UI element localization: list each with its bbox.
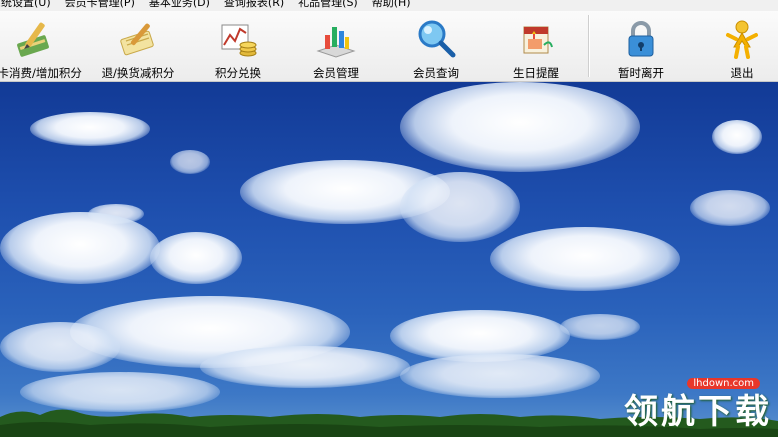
menu-member-card[interactable]: 会员卡管理(P): [58, 0, 142, 10]
cloud: [690, 190, 770, 226]
member-query-label: 会员查询: [413, 66, 459, 80]
birthday-remind-button[interactable]: 生日提醒: [496, 11, 576, 81]
magnifier-icon: [418, 20, 456, 58]
menu-basic-business[interactable]: 基本业务(D): [142, 0, 217, 10]
toolbar: 刷卡消费/增加积分 退/换货减积分 积分兑换 会员管理: [0, 11, 778, 82]
cloud: [400, 172, 520, 242]
temp-leave-button[interactable]: 暂时离开: [601, 11, 681, 81]
birthday-remind-label: 生日提醒: [513, 66, 559, 80]
cloud: [712, 120, 762, 154]
exit-button[interactable]: 退出: [702, 11, 778, 81]
cloud: [200, 346, 410, 388]
cloud: [30, 112, 150, 146]
pen-card-return-icon: [120, 23, 154, 56]
temp-leave-label: 暂时离开: [618, 66, 664, 80]
pen-card-icon: [17, 22, 49, 57]
member-manage-button[interactable]: 会员管理: [296, 11, 376, 81]
bar-chart-icon: [316, 27, 356, 58]
cloud: [170, 150, 210, 174]
cloud: [490, 227, 680, 291]
exit-label: 退出: [730, 66, 754, 80]
cloud: [0, 322, 120, 372]
watermark-text: 领航下载: [624, 392, 772, 432]
watermark-site: lhdown.com: [687, 378, 760, 389]
cloud: [400, 82, 640, 172]
member-manage-label: 会员管理: [313, 66, 359, 80]
cloud: [0, 212, 160, 284]
return-points-button[interactable]: 退/换货减积分: [96, 11, 180, 81]
menu-help[interactable]: 帮助(H): [365, 0, 418, 10]
cloud: [560, 314, 640, 340]
menu-gift-manage[interactable]: 礼品管理(S): [291, 0, 365, 10]
toolbar-separator: [588, 15, 590, 77]
padlock-icon: [628, 21, 654, 57]
member-query-button[interactable]: 会员查询: [396, 11, 476, 81]
birthday-icon: [523, 26, 553, 54]
return-points-label: 退/换货减积分: [101, 66, 175, 80]
points-exchange-button[interactable]: 积分兑换: [198, 11, 278, 81]
exit-person-icon: [726, 20, 758, 59]
desktop-background: lhdown.com 领航下载: [0, 82, 778, 437]
menu-bar: 系统设置(U) 会员卡管理(P) 基本业务(D) 查询报表(R) 礼品管理(S)…: [0, 0, 778, 11]
chart-coins-icon: [221, 24, 257, 57]
points-exchange-label: 积分兑换: [215, 66, 261, 80]
menu-system-settings[interactable]: 系统设置(U): [0, 0, 58, 10]
watermark: lhdown.com 领航下载: [624, 378, 772, 433]
cloud: [400, 354, 600, 398]
cloud: [150, 232, 242, 284]
card-consume-button[interactable]: 刷卡消费/增加积分: [0, 11, 82, 81]
menu-query-report[interactable]: 查询报表(R): [217, 0, 291, 10]
card-consume-label: 刷卡消费/增加积分: [0, 66, 82, 80]
